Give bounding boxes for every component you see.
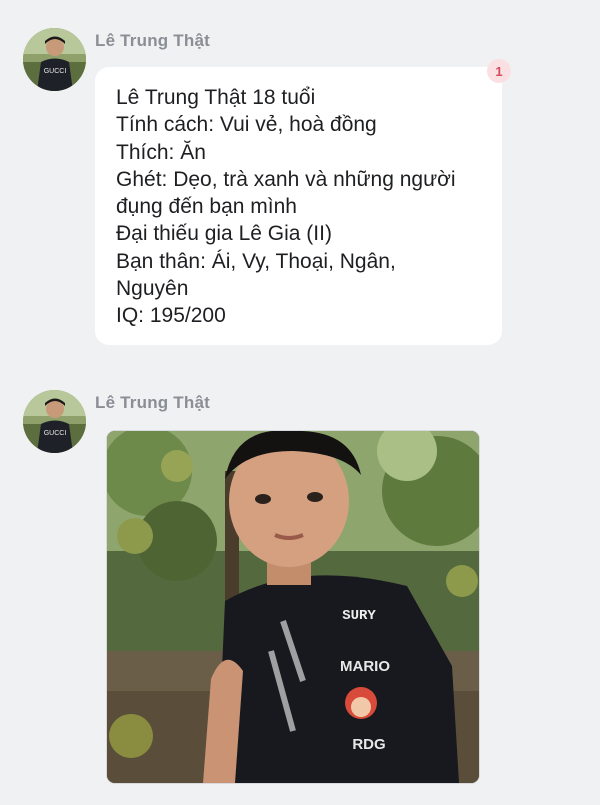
sender-name[interactable]: Lê Trung Thật xyxy=(95,31,210,51)
message-line: Thích: Ăn xyxy=(116,140,206,164)
message-line: đụng đến bạn mình xyxy=(116,195,297,219)
message-line: Lê Trung Thật 18 tuổi xyxy=(116,86,316,109)
avatar-shirt-text: GUCCI xyxy=(44,68,67,75)
avatar-shirt-text: GUCCI xyxy=(44,430,67,437)
shirt-text-mid: MARIO xyxy=(340,658,390,675)
message-line: Nguyên xyxy=(116,277,189,301)
person-avatar-icon: GUCCI xyxy=(23,390,86,453)
sender-avatar[interactable]: GUCCI xyxy=(23,28,86,91)
message-line: Bạn thân: Ái, Vy, Thoại, Ngân, xyxy=(116,249,396,273)
photo-message[interactable]: SURY MARIO RDG xyxy=(106,430,480,784)
shirt-text-top: SURY xyxy=(342,608,376,624)
message-line: Tính cách: Vui vẻ, hoà đồng xyxy=(116,113,377,137)
photo-image: SURY MARIO RDG xyxy=(107,431,479,783)
person-avatar-icon: GUCCI xyxy=(23,28,86,91)
shirt-text-bottom: RDG xyxy=(352,736,385,753)
message-bubble[interactable]: Lê Trung Thật 18 tuổi Tính cách: Vui vẻ,… xyxy=(95,67,502,345)
message-line: Đại thiếu gia Lê Gia (II) xyxy=(116,222,332,246)
message-line: Ghét: Dẹo, trà xanh và những người xyxy=(116,167,456,191)
sender-name[interactable]: Lê Trung Thật xyxy=(95,393,210,413)
sender-avatar[interactable]: GUCCI xyxy=(23,390,86,453)
reaction-count-badge[interactable]: 1 xyxy=(487,59,511,83)
message-line: IQ: 195/200 xyxy=(116,304,226,328)
